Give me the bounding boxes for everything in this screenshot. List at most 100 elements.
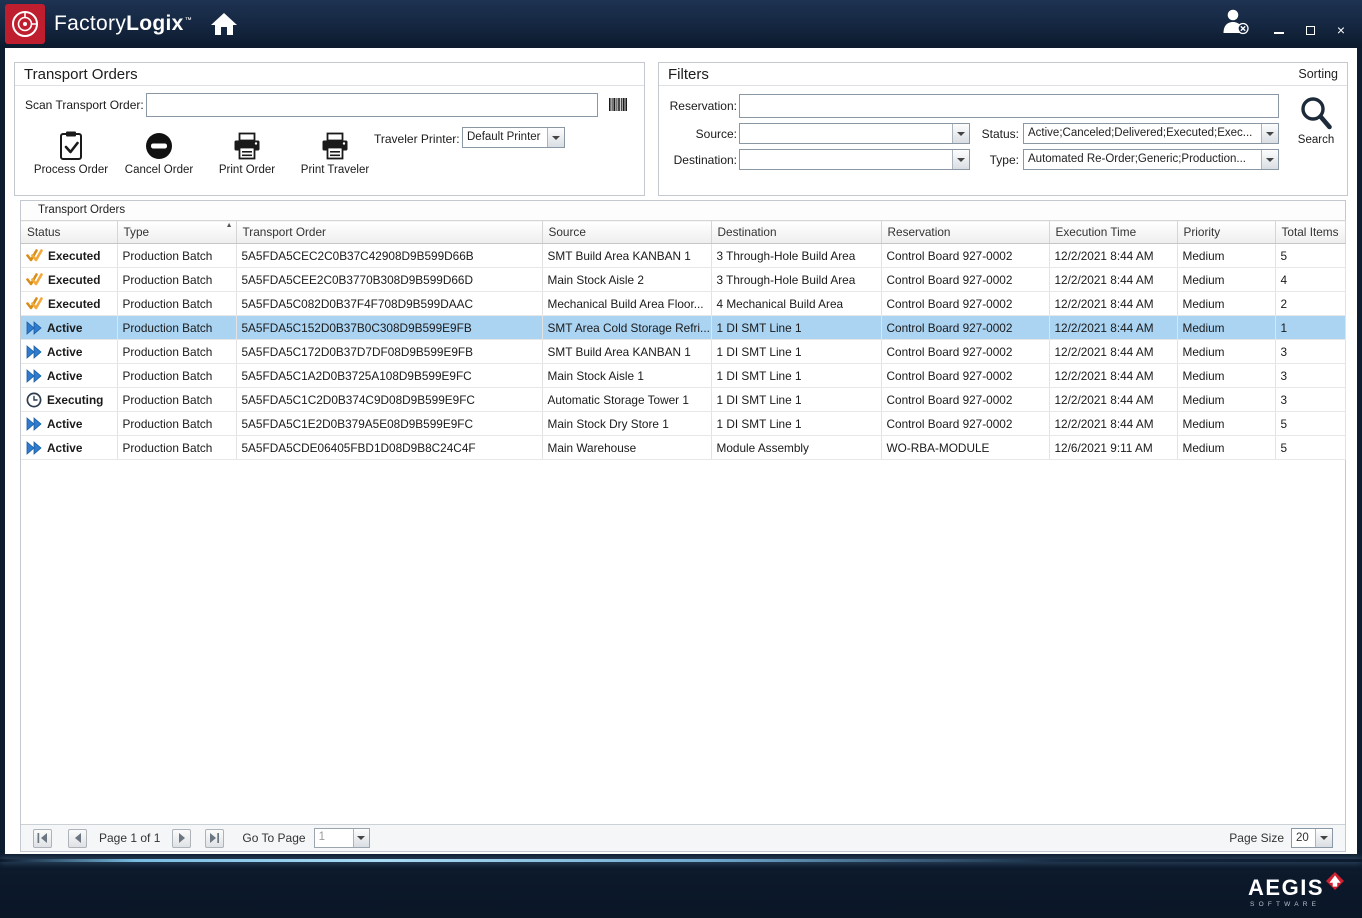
traveler-printer-select[interactable]: Default Printer [462, 127, 565, 148]
last-page-button[interactable] [205, 829, 224, 848]
table-row[interactable]: ActiveProduction Batch5A5FDA5CDE06405FBD… [21, 436, 1345, 460]
table-row[interactable]: ActiveProduction Batch5A5FDA5C172D0B37D7… [21, 340, 1345, 364]
grid-cell: Production Batch [117, 268, 236, 292]
table-row[interactable]: ExecutingProduction Batch5A5FDA5C1C2D0B3… [21, 388, 1345, 412]
print-traveler-label: Print Traveler [301, 164, 369, 176]
grid-cell: 12/6/2021 9:11 AM [1049, 436, 1177, 460]
next-page-button[interactable] [172, 829, 191, 848]
cancel-order-icon [144, 126, 174, 161]
table-row[interactable]: Executed Production Batch5A5FDA5CEE2C0B37… [21, 268, 1345, 292]
grid-cell: Production Batch [117, 340, 236, 364]
barcode-icon [609, 98, 627, 116]
home-button[interactable] [210, 12, 238, 36]
grid-cell: 3 [1275, 340, 1345, 364]
grid-cell: Production Batch [117, 292, 236, 316]
source-label: Source: [661, 127, 737, 141]
column-header-destination[interactable]: Destination [711, 221, 881, 244]
grid-cell: 12/2/2021 8:44 AM [1049, 316, 1177, 340]
column-header-execution-time[interactable]: Execution Time [1049, 221, 1177, 244]
go-to-page-input[interactable]: 1 [314, 828, 370, 848]
type-filter-select[interactable]: Automated Re-Order;Generic;Production... [1023, 149, 1279, 170]
type-filter-value: Automated Re-Order;Generic;Production... [1024, 150, 1261, 169]
column-header-source[interactable]: Source [542, 221, 711, 244]
aegis-logo-text: AEGIS [1248, 877, 1324, 899]
transport-orders-panel-title: Transport Orders [24, 66, 138, 83]
chevron-down-icon[interactable] [1261, 150, 1278, 169]
table-row[interactable]: ExecutedProduction Batch5A5FDA5C082D0B37… [21, 292, 1345, 316]
factorylogix-logo [5, 4, 45, 44]
table-row[interactable]: ActiveProduction Batch5A5FDA5C1E2D0B379A… [21, 412, 1345, 436]
scan-transport-order-input[interactable] [146, 93, 598, 117]
traveler-printer-value: Default Printer [463, 128, 547, 147]
minimize-button[interactable] [1272, 23, 1286, 37]
status-active-icon [26, 321, 42, 335]
table-row[interactable]: ActiveProduction Batch5A5FDA5C152D0B37B0… [21, 316, 1345, 340]
filters-panel-title: Filters [668, 66, 709, 83]
column-header-status[interactable]: Status [21, 221, 117, 244]
maximize-button[interactable] [1303, 23, 1317, 37]
grid-cell: 12/2/2021 8:44 AM [1049, 292, 1177, 316]
grid-cell: 5A5FDA5C1E2D0B379A5E08D9B599E9FC [236, 412, 542, 436]
grid-cell: 5A5FDA5CEE2C0B3770B308D9B599D66D [236, 268, 542, 292]
sorting-header[interactable]: Sorting [1298, 67, 1338, 81]
grid-cell: Control Board 927-0002 [881, 388, 1049, 412]
grid-cell: 3 [1275, 388, 1345, 412]
grid-cell: Control Board 927-0002 [881, 364, 1049, 388]
chevron-down-icon[interactable] [547, 128, 564, 147]
user-logout-button[interactable] [1220, 8, 1250, 40]
close-button[interactable]: × [1334, 23, 1348, 37]
grid-cell: Medium [1177, 340, 1275, 364]
grid-cell-status: Active [21, 412, 117, 436]
status-filter-select[interactable]: Active;Canceled;Delivered;Executed;Exec.… [1023, 123, 1279, 144]
grid-cell: Main Stock Aisle 2 [542, 268, 711, 292]
grid-cell-status: Active [21, 316, 117, 340]
status-label: Active [47, 369, 82, 383]
chevron-down-icon[interactable] [353, 829, 369, 847]
reservation-input[interactable] [739, 94, 1279, 118]
grid-cell: 3 Through-Hole Build Area [711, 244, 881, 268]
grid-cell: Production Batch [117, 364, 236, 388]
grid-cell: Medium [1177, 388, 1275, 412]
cancel-order-label: Cancel Order [125, 164, 193, 176]
table-row[interactable]: ActiveProduction Batch5A5FDA5C1A2D0B3725… [21, 364, 1345, 388]
process-order-label: Process Order [34, 164, 108, 176]
status-label: Executing [47, 393, 103, 407]
search-button[interactable]: Search [1289, 94, 1343, 146]
page-size-select[interactable]: 20 [1291, 828, 1333, 848]
app-title: FactoryLogix™ [54, 12, 192, 36]
status-executed-icon [26, 296, 43, 311]
status-label: Active [47, 321, 82, 335]
grid-cell: 2 [1275, 292, 1345, 316]
process-order-button[interactable]: Process Order [27, 126, 115, 176]
column-header-priority[interactable]: Priority [1177, 221, 1275, 244]
column-header-transport-order[interactable]: Transport Order [236, 221, 542, 244]
grid-cell: WO-RBA-MODULE [881, 436, 1049, 460]
table-row[interactable]: ExecutedProduction Batch5A5FDA5CEC2C0B37… [21, 244, 1345, 268]
grid-cell: Medium [1177, 364, 1275, 388]
grid-cell: SMT Build Area KANBAN 1 [542, 340, 711, 364]
search-icon [1298, 94, 1334, 132]
previous-page-button[interactable] [68, 829, 87, 848]
column-header-total-items[interactable]: Total Items [1275, 221, 1345, 244]
page-size-value: 20 [1292, 829, 1315, 847]
first-page-button[interactable] [33, 829, 52, 848]
cancel-order-button[interactable]: Cancel Order [115, 126, 203, 176]
print-order-button[interactable]: Print Order [203, 126, 291, 176]
aegis-logo-subtext: SOFTWARE [1248, 901, 1320, 908]
source-select[interactable] [739, 123, 970, 144]
column-header-type[interactable]: Type▲ [117, 221, 236, 244]
status-label: Executed [48, 273, 100, 287]
print-traveler-button[interactable]: Print Traveler [291, 126, 379, 176]
chevron-down-icon[interactable] [1315, 829, 1332, 847]
grid-cell: SMT Build Area KANBAN 1 [542, 244, 711, 268]
grid-cell: 1 DI SMT Line 1 [711, 316, 881, 340]
grid-cell: 12/2/2021 8:44 AM [1049, 388, 1177, 412]
status-label: Active [47, 417, 82, 431]
grid-cell: 1 DI SMT Line 1 [711, 364, 881, 388]
status-label: Active [47, 345, 82, 359]
process-order-icon [57, 126, 85, 161]
column-header-reservation[interactable]: Reservation [881, 221, 1049, 244]
destination-select[interactable] [739, 149, 970, 170]
grid-section-title: Transport Orders [21, 201, 1345, 220]
chevron-down-icon[interactable] [1261, 124, 1278, 143]
